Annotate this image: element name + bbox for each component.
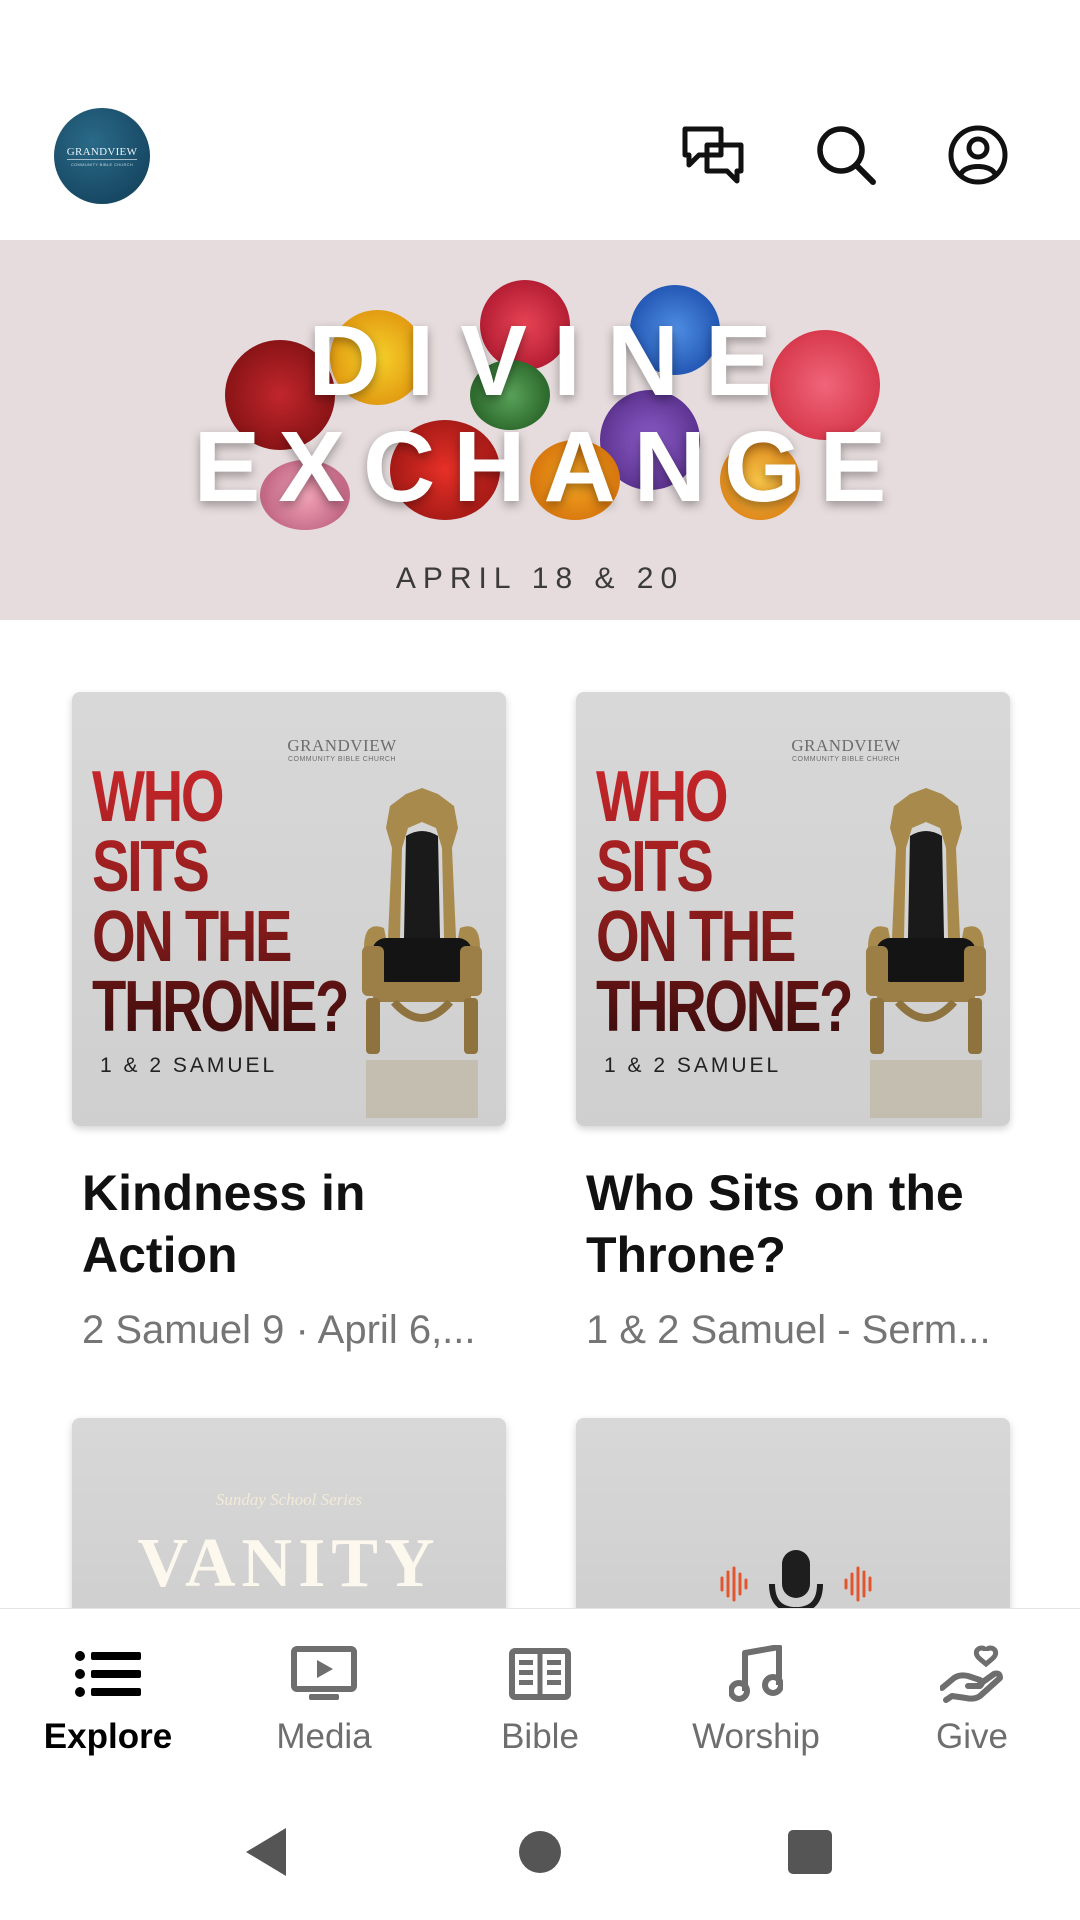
- logo-name: GRANDVIEW: [66, 145, 138, 160]
- series-kicker: Sunday School Series: [215, 1490, 363, 1509]
- bible-book-icon: [498, 1641, 582, 1707]
- app-header: GRANDVIEW COMMUNITY BIBLE CHURCH: [0, 0, 1080, 240]
- series-title: VANITY: [137, 1525, 441, 1602]
- church-logo[interactable]: GRANDVIEW COMMUNITY BIBLE CHURCH: [54, 108, 150, 204]
- series-title: WHO SITS ON THE THRONE?: [596, 762, 851, 1042]
- bottom-navigation: Explore Media Bible Worship Give: [0, 1608, 1080, 1778]
- series-title-line: THRONE?: [596, 967, 852, 1047]
- home-icon[interactable]: [500, 1816, 580, 1888]
- throne-image: [362, 788, 482, 1118]
- nav-label: Bible: [501, 1717, 579, 1756]
- series-title-line: WHO: [92, 757, 223, 837]
- series-title-line: SITS: [92, 827, 208, 907]
- vanity-thumbnail[interactable]: Sunday School Series VANITY: [72, 1418, 506, 1618]
- sermon-meta: 2 Samuel 9 · April 6,...: [82, 1308, 476, 1352]
- nav-label: Give: [936, 1717, 1008, 1756]
- nav-give[interactable]: Give: [864, 1609, 1080, 1779]
- give-hand-heart-icon: [930, 1641, 1014, 1707]
- recents-icon[interactable]: [770, 1816, 850, 1888]
- hero-title-line2: EXCHANGE: [193, 411, 905, 523]
- nav-label: Media: [276, 1717, 372, 1756]
- series-subtitle: 1 & 2 SAMUEL: [604, 1054, 782, 1077]
- throne-image: [866, 788, 986, 1118]
- series-title-line: SITS: [596, 827, 712, 907]
- nav-media[interactable]: Media: [216, 1609, 432, 1779]
- hero-title-line1: DIVINE: [308, 305, 798, 417]
- featured-banner[interactable]: DIVINE EXCHANGE APRIL 18 & 20: [0, 240, 1080, 620]
- nav-label: Explore: [43, 1717, 173, 1756]
- series-meta: 1 & 2 Samuel - Serm...: [586, 1308, 991, 1352]
- sermon-thumbnail[interactable]: GRANDVIEW COMMUNITY BIBLE CHURCH WHO SIT…: [72, 692, 506, 1126]
- series-title: WHO SITS ON THE THRONE?: [92, 762, 347, 1042]
- hero-date: APRIL 18 & 20: [395, 562, 685, 595]
- series-title-line: THRONE?: [92, 967, 348, 1047]
- sermon-title[interactable]: Kindness in Action: [82, 1162, 512, 1286]
- nav-bible[interactable]: Bible: [432, 1609, 648, 1779]
- back-icon[interactable]: [226, 1816, 306, 1888]
- podcast-thumbnail[interactable]: [576, 1418, 1010, 1618]
- music-note-icon: [714, 1641, 798, 1707]
- nav-explore[interactable]: Explore: [0, 1609, 216, 1779]
- series-thumbnail[interactable]: GRANDVIEW COMMUNITY BIBLE CHURCH WHO SIT…: [576, 692, 1010, 1126]
- series-title-text[interactable]: Who Sits on the Throne?: [586, 1162, 1016, 1286]
- tv-play-icon: [282, 1641, 366, 1707]
- logo-subtitle: COMMUNITY BIBLE CHURCH: [70, 161, 134, 167]
- search-icon[interactable]: [813, 122, 879, 188]
- church-wordmark: GRANDVIEW COMMUNITY BIBLE CHURCH: [212, 736, 472, 763]
- nav-worship[interactable]: Worship: [648, 1609, 864, 1779]
- list-icon: [66, 1641, 150, 1707]
- nav-label: Worship: [692, 1717, 820, 1756]
- series-title-line: ON THE: [596, 897, 795, 977]
- church-wordmark: GRANDVIEW COMMUNITY BIBLE CHURCH: [716, 736, 976, 763]
- system-navigation-bar: [0, 1778, 1080, 1920]
- series-subtitle: 1 & 2 SAMUEL: [100, 1054, 278, 1077]
- series-title-line: WHO: [596, 757, 727, 837]
- series-title-line: ON THE: [92, 897, 291, 977]
- profile-icon[interactable]: [945, 122, 1011, 188]
- microphone-icon: [720, 1550, 872, 1618]
- messages-icon[interactable]: [680, 122, 746, 188]
- church-name: GRANDVIEW: [287, 736, 397, 755]
- church-name: GRANDVIEW: [791, 736, 901, 755]
